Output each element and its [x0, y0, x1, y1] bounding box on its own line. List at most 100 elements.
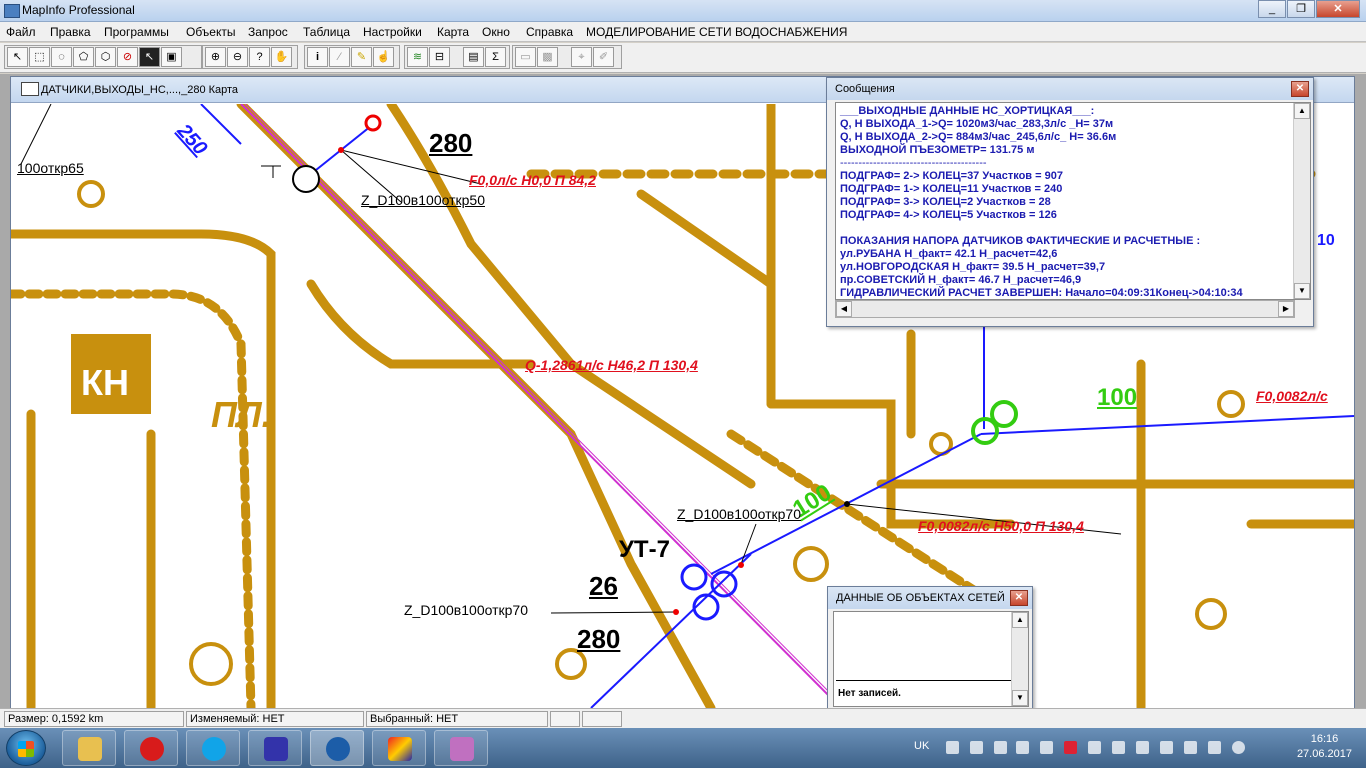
label-f00-h00: F0,0л/с H0,0 П 84,2: [469, 172, 596, 188]
hotlink-icon[interactable]: ⁄: [329, 47, 350, 67]
clip-region-icon[interactable]: ▭: [515, 47, 536, 67]
label-q-h462: Q-1,2861л/с H46,2 П 130,4: [525, 357, 698, 373]
radius-select-icon[interactable]: ◌: [51, 47, 72, 67]
network-objects-list[interactable]: Нет записей. ▲ ▼: [833, 611, 1029, 707]
label-tool-icon[interactable]: ✎: [351, 47, 372, 67]
menu-map[interactable]: Карта: [437, 25, 469, 39]
taskbar-app-6[interactable]: [372, 730, 426, 766]
leader-z70a: [740, 523, 757, 565]
window-controls: _ ❐ ✕: [1257, 0, 1360, 18]
scroll-down-icon[interactable]: ▼: [1294, 283, 1310, 299]
zoom-out-icon[interactable]: ⊖: [227, 47, 248, 67]
layer-control-icon[interactable]: ≋: [407, 47, 428, 67]
menu-query[interactable]: Запрос: [248, 25, 288, 39]
taskbar-opera[interactable]: [124, 730, 178, 766]
minimize-button[interactable]: _: [1258, 0, 1286, 18]
map-building-outline-1: [11, 229, 276, 708]
clock[interactable]: 16:16 27.06.2017: [1297, 732, 1352, 762]
boundary-select-icon[interactable]: ⬡: [95, 47, 116, 67]
message-line: ул.НОВГОРОДСКАЯ H_факт= 39.5 H_расчет=39…: [840, 261, 1106, 273]
status-editable[interactable]: Изменяемый: НЕТ: [186, 711, 364, 727]
menu-settings[interactable]: Настройки: [363, 25, 422, 39]
taskbar-save-app[interactable]: [248, 730, 302, 766]
maximize-button[interactable]: ❐: [1287, 0, 1315, 18]
map-well-3: [1195, 598, 1227, 630]
menu-help[interactable]: Справка: [526, 25, 573, 39]
menu-water-network-modeling[interactable]: МОДЕЛИРОВАНИЕ СЕТИ ВОДОСНАБЖЕНИЯ: [586, 25, 847, 39]
polygon-select-icon[interactable]: ⬠: [73, 47, 94, 67]
legend-icon[interactable]: ▤: [463, 47, 484, 67]
pipe-250: [200, 104, 242, 145]
set-target-icon[interactable]: ▩: [537, 47, 558, 67]
tray-icon-6[interactable]: [1064, 741, 1077, 754]
network-objects-close-button[interactable]: ✕: [1010, 590, 1028, 606]
messages-titlebar[interactable]: Сообщения ✕: [827, 78, 1313, 100]
valve-mid: [844, 501, 850, 507]
info-tool-icon[interactable]: i: [307, 47, 328, 67]
tray-flag-icon[interactable]: [994, 741, 1007, 754]
menu-window[interactable]: Окно: [482, 25, 510, 39]
messages-horizontal-scrollbar[interactable]: ◀ ▶: [835, 300, 1295, 318]
menu-programs[interactable]: Программы: [104, 25, 169, 39]
taskbar-mapinfo[interactable]: [310, 730, 364, 766]
scroll-up-icon[interactable]: ▲: [1012, 612, 1028, 628]
menu-edit[interactable]: Правка: [50, 25, 91, 39]
tray-icon-4[interactable]: [1016, 741, 1029, 754]
start-button[interactable]: [6, 730, 46, 766]
scroll-right-icon[interactable]: ▶: [1278, 301, 1294, 317]
scroll-down-icon[interactable]: ▼: [1012, 690, 1028, 706]
statistics-icon[interactable]: Σ: [485, 47, 506, 67]
language-indicator[interactable]: UK: [914, 740, 929, 752]
network-objects-window: ДАННЫЕ ОБ ОБЪЕКТАХ СЕТЕЙ ✕ Нет записей. …: [827, 586, 1033, 712]
network-objects-titlebar[interactable]: ДАННЫЕ ОБ ОБЪЕКТАХ СЕТЕЙ ✕: [828, 587, 1032, 609]
sensor-top: [364, 114, 382, 132]
valve-ut7: [738, 562, 744, 568]
scroll-up-icon[interactable]: ▲: [1294, 103, 1310, 119]
taskbar-app-7[interactable]: [434, 730, 488, 766]
menu-table[interactable]: Таблица: [303, 25, 350, 39]
message-line: Q, H ВЫХОДА_1->Q= 1020м3/час_283,3л/с _H…: [840, 118, 1114, 130]
invert-selection-icon[interactable]: ▣: [161, 47, 182, 67]
ruler-icon[interactable]: ⊟: [429, 47, 450, 67]
reshape-icon[interactable]: ⌖: [571, 47, 592, 67]
map-window-title: ДАТЧИКИ,ВЫХОДЫ_НС,...,_280 Карта: [41, 84, 239, 96]
tray-icon-8[interactable]: [1112, 741, 1125, 754]
valve-lower: [673, 609, 679, 615]
network-objects-scrollbar[interactable]: ▲ ▼: [1011, 612, 1028, 706]
volume-icon[interactable]: [1208, 741, 1221, 754]
add-node-icon[interactable]: ✐: [593, 47, 614, 67]
network-icon[interactable]: [1184, 741, 1197, 754]
tray-icon-9[interactable]: [1136, 741, 1149, 754]
key-app-icon: [450, 737, 474, 761]
clock-time: 16:16: [1310, 733, 1339, 745]
close-button[interactable]: ✕: [1316, 0, 1360, 18]
select-arrow-icon[interactable]: ↖: [7, 47, 28, 67]
tray-icon-7[interactable]: [1088, 741, 1101, 754]
tray-icon-2[interactable]: [970, 741, 983, 754]
status-selected[interactable]: Выбранный: НЕТ: [366, 711, 548, 727]
change-view-icon[interactable]: ?: [249, 47, 270, 67]
drag-window-icon[interactable]: ☝: [373, 47, 394, 67]
graph-select-icon[interactable]: ↖: [139, 47, 160, 67]
messages-text-area[interactable]: ___ВЫХОДНЫЕ ДАННЫЕ НС_ХОРТИЦКАЯ___: Q, H…: [835, 102, 1311, 300]
messages-close-button[interactable]: ✕: [1291, 81, 1309, 97]
zoom-in-icon[interactable]: ⊕: [205, 47, 226, 67]
label-100-green-right: 100: [1097, 384, 1138, 411]
label-z-d100-otkr70-a: Z_D100в100откр70: [677, 506, 801, 522]
menu-file[interactable]: Файл: [6, 25, 36, 39]
unselect-all-icon[interactable]: ⊘: [117, 47, 138, 67]
taskbar-explorer[interactable]: [62, 730, 116, 766]
taskbar-skype[interactable]: [186, 730, 240, 766]
grabber-hand-icon[interactable]: ✋: [271, 47, 292, 67]
bluetooth-icon[interactable]: [1160, 741, 1173, 754]
marquee-select-icon[interactable]: ⬚: [29, 47, 50, 67]
tray-icon-13[interactable]: [1232, 741, 1245, 754]
scroll-left-icon[interactable]: ◀: [836, 301, 852, 317]
toolbar-group-disabled: ▭ ▩ ⌖ ✐: [512, 45, 622, 69]
tray-app-icon[interactable]: [946, 741, 959, 754]
railway-line-1: [240, 104, 842, 708]
tray-icon-5[interactable]: [1040, 741, 1053, 754]
messages-vertical-scrollbar[interactable]: ▲ ▼: [1293, 103, 1310, 299]
pipe-right: [980, 415, 1354, 435]
menu-objects[interactable]: Объекты: [186, 25, 236, 39]
